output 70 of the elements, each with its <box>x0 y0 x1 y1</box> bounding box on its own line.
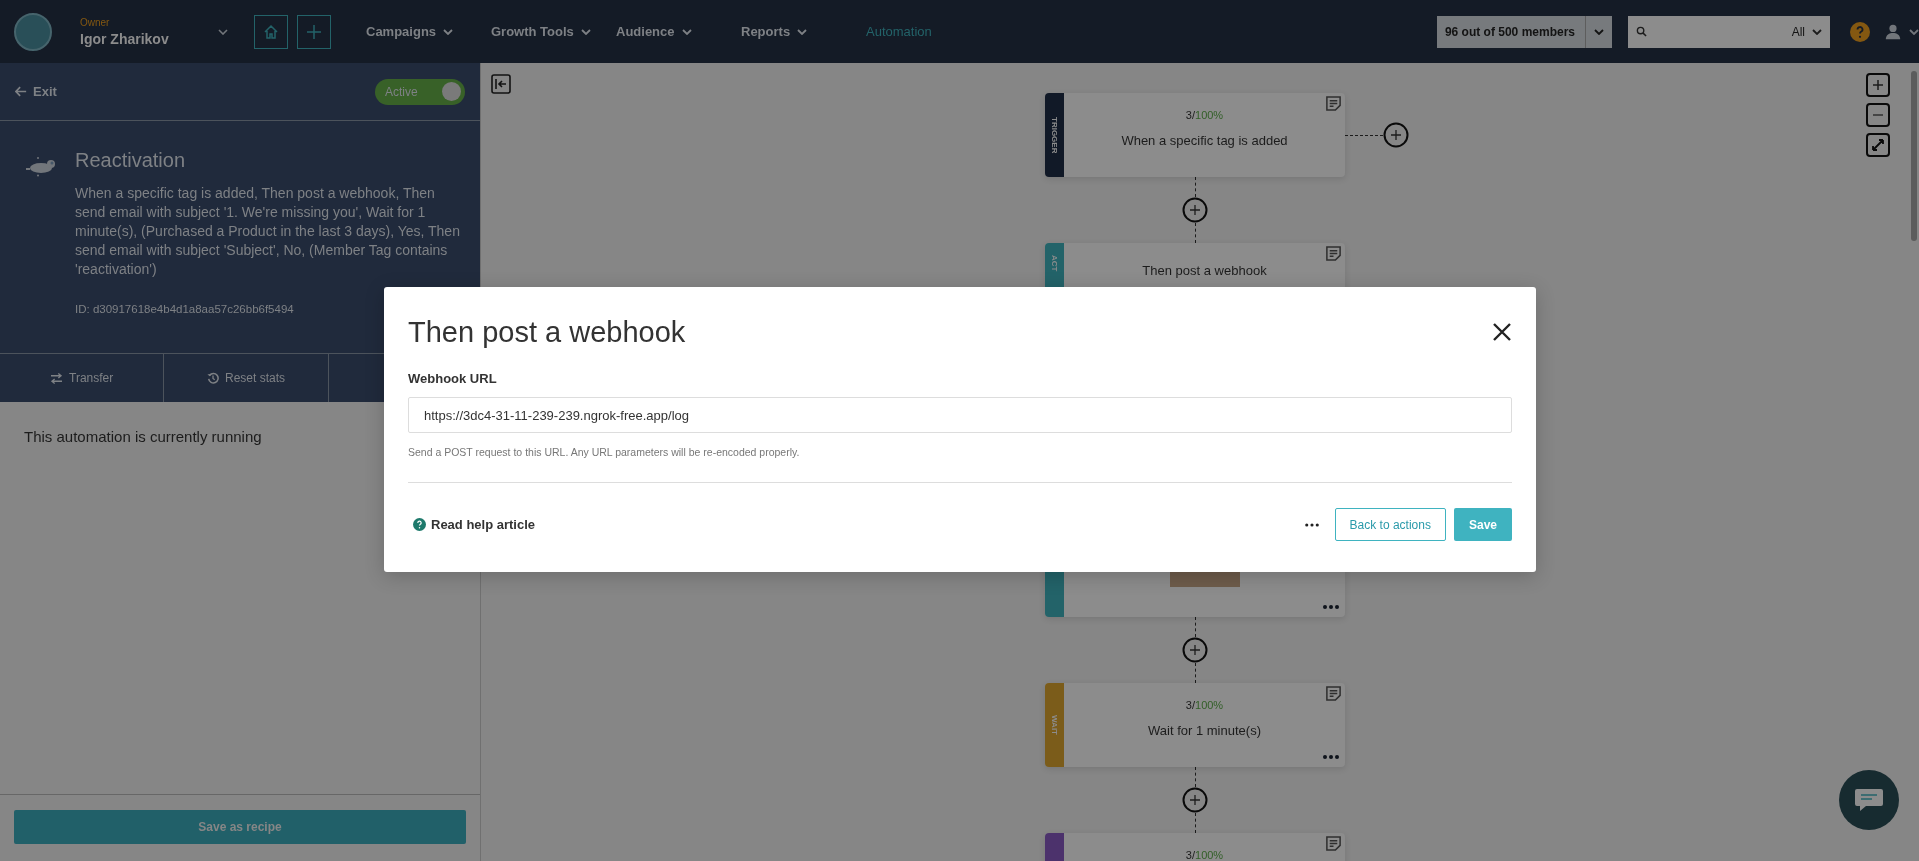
user-name[interactable]: Igor Zharikov <box>80 30 210 47</box>
scrollbar[interactable] <box>1911 71 1917 241</box>
home-icon <box>263 23 279 40</box>
fit-screen-icon[interactable] <box>1866 133 1890 157</box>
help-article-link[interactable]: Read help article <box>413 517 536 532</box>
plus-icon <box>306 23 322 40</box>
add-button[interactable] <box>297 14 331 49</box>
branch-connector[interactable] <box>1345 122 1409 148</box>
field-hint: Send a POST request to this URL. Any URL parameters will be re-encoded properly. <box>408 446 801 458</box>
arrow-left-icon <box>15 86 27 97</box>
webhook-url-field[interactable]: https://3dc4-31-11-239-239.ngrok-free.app/log <box>408 397 1512 433</box>
search-field[interactable]: All <box>1628 15 1830 48</box>
add-step-icon[interactable] <box>1182 197 1208 223</box>
chevron-down-icon <box>1812 28 1822 35</box>
step-type-label: WAIT <box>1050 715 1059 735</box>
note-icon[interactable] <box>1325 245 1342 262</box>
nav-menu-item[interactable]: Automation <box>866 24 991 39</box>
nav-menu-item[interactable]: Audience <box>616 24 741 39</box>
nav-menu-item[interactable]: Growth Tools <box>491 24 616 39</box>
zoom-out-icon[interactable] <box>1866 103 1890 127</box>
back-to-actions-button[interactable]: Back to actions <box>1334 508 1446 541</box>
zoom-in-icon[interactable] <box>1866 73 1890 97</box>
step-stats: 3/100% <box>1185 699 1224 711</box>
automation-id: ID: d30917618e4b4d1a8aa57c26bb6f5494 <box>75 303 295 315</box>
field-label: Webhook URL <box>408 371 498 386</box>
step-description: Wait for 1 minute(s) <box>1148 723 1261 738</box>
search-scope[interactable]: All <box>1791 24 1805 39</box>
note-icon[interactable] <box>1325 685 1342 702</box>
transfer-icon <box>50 372 64 384</box>
save-button[interactable]: Save <box>1453 508 1512 541</box>
step-type-label: TRIGGER <box>1050 116 1059 154</box>
avatar-icon[interactable] <box>14 12 52 51</box>
collapse-panel-icon[interactable] <box>491 74 511 94</box>
step-stats: 3/100% <box>1185 849 1224 861</box>
step-stats: 3/100% <box>1185 109 1224 121</box>
home-button[interactable] <box>254 14 288 49</box>
flow-step-card[interactable]: WAIT 3/100% Wait for 1 minute(s) <box>1045 683 1345 767</box>
nav-menu-item[interactable]: Campaigns <box>366 24 491 39</box>
step-description: Then post a webhook <box>1142 263 1267 278</box>
history-icon <box>206 372 219 384</box>
exit-link[interactable]: Exit <box>15 84 57 99</box>
chevron-down-icon[interactable] <box>1909 28 1919 35</box>
step-type-label: ACT <box>1050 255 1059 272</box>
note-icon[interactable] <box>1325 835 1342 852</box>
chevron-down-icon[interactable] <box>218 28 228 35</box>
flow-step-card[interactable]: TRIGGER 3/100% When a specific tag is added <box>1045 93 1345 177</box>
flow-step-card[interactable]: 3/100% <box>1045 833 1345 861</box>
chat-bubble-icon <box>1854 787 1884 813</box>
chat-button[interactable] <box>1839 770 1899 830</box>
user-role: Owner <box>80 16 111 28</box>
sidebar-action-button[interactable]: Reset stats <box>164 354 329 402</box>
add-step-icon[interactable] <box>1182 787 1208 813</box>
automation-title: Reactivation <box>75 149 187 172</box>
chevron-down-icon <box>1594 28 1604 35</box>
members-dropdown[interactable]: 96 out of 500 members <box>1436 15 1612 48</box>
sidebar-action-button[interactable]: Transfer <box>0 354 165 402</box>
note-icon[interactable] <box>1325 95 1342 112</box>
help-icon[interactable] <box>1850 21 1870 42</box>
nav-menu-item[interactable]: Reports <box>741 24 866 39</box>
status-message: This automation is currently running <box>24 428 263 445</box>
user-icon[interactable] <box>1884 22 1902 41</box>
more-options-icon[interactable] <box>1304 522 1319 527</box>
add-step-icon[interactable] <box>1182 637 1208 663</box>
search-icon <box>1636 26 1647 37</box>
members-count: 96 out of 500 members <box>1443 23 1576 41</box>
close-icon[interactable] <box>1492 322 1512 342</box>
step-description: When a specific tag is added <box>1121 133 1288 148</box>
dialog-title: Then post a webhook <box>408 315 686 349</box>
help-icon <box>413 518 426 531</box>
automation-description: When a specific tag is added, Then post a webhook, Then send email with subject '1. We're missing you', Wait for 1 minute(s), (Purchased a Product in the last 3 days), Yes, Then send email with subject 'Subject', No, (Member Tag contains 'reactivation') <box>75 184 460 279</box>
